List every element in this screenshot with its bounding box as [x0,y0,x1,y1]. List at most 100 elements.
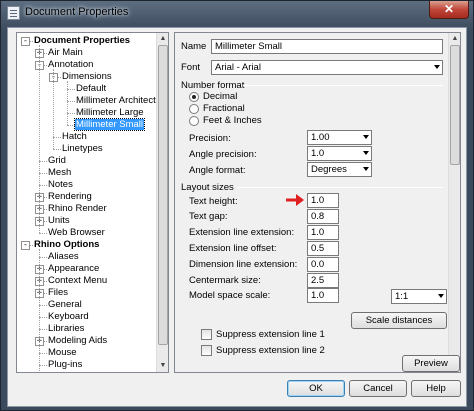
properties-scrollbar[interactable]: ▲ ▼ [448,33,460,372]
tree-connector [39,233,47,234]
tree-item[interactable]: Grid [47,155,67,167]
tree-item[interactable]: Web Browser [47,227,106,239]
tree-item[interactable]: Units [47,215,71,227]
tree-connector [39,317,47,318]
scroll-up-icon[interactable]: ▲ [157,33,168,45]
scroll-up-icon[interactable]: ▲ [449,33,460,45]
properties-scroll-thumb[interactable] [450,45,460,165]
tree-item-label: Default [76,83,107,94]
tree-guide [39,45,40,233]
document-icon [7,6,20,20]
tree-item[interactable]: Rendering [47,191,93,203]
tree-item[interactable]: General [47,299,83,311]
tree-item-label: Millimeter Large [76,107,144,118]
tree-item[interactable]: Rhino Options [33,239,100,251]
tree-item[interactable]: Linetypes [61,143,104,155]
tree-connector [67,125,75,126]
tree-item[interactable]: Hatch [61,131,88,143]
layout-sizes-label: Layout sizes [181,182,234,193]
collapse-icon[interactable]: - [21,241,30,250]
tree-item[interactable]: Millimeter Architectura [75,95,168,107]
tree-item[interactable]: Dimensions [61,71,113,83]
tree-item[interactable]: Libraries [47,323,85,335]
tree-item[interactable]: Context Menu [47,275,108,287]
angle-format-dropdown[interactable]: Degrees [307,162,372,177]
cancel-button[interactable]: Cancel [349,380,407,397]
tree-item-label: Files [48,287,69,298]
tree-connector [39,257,47,258]
precision-label: Precision: [189,133,231,144]
radio-decimal[interactable] [189,92,199,102]
title-bar[interactable]: Document Properties ✕ [1,1,473,25]
tree-item[interactable]: Millimeter Large [75,107,145,119]
tree-connector [39,329,47,330]
number-format-label: Number format [181,80,245,91]
tree-item-label: Context Menu [48,275,108,286]
tree-item[interactable]: Aliases [47,251,80,263]
text-height-field[interactable]: 1.0 [307,193,339,208]
preview-button[interactable]: Preview [402,355,460,372]
tree-item[interactable]: Plug-ins [47,359,83,371]
collapse-icon[interactable]: - [21,37,30,46]
centermark-size-field[interactable]: 2.5 [307,273,339,288]
tree-item-label: Notes [48,179,73,190]
name-field[interactable]: Millimeter Small [211,39,443,54]
radio-decimal-label: Decimal [203,91,238,102]
tree-item[interactable]: Mesh [47,167,72,179]
suppress-extension-line-2-checkbox[interactable] [201,345,212,356]
tree-item[interactable]: Annotation [47,59,94,71]
tree-item[interactable]: Rendering [47,371,93,372]
tree-item[interactable]: Millimeter Small [73,118,146,131]
tree-item-label: Document Properties [34,35,131,46]
font-dropdown[interactable]: Arial - Arial [211,60,443,75]
font-label: Font [181,62,201,73]
tree-item[interactable]: Air Main [47,47,84,59]
angle-precision-label: Angle precision: [189,149,257,160]
tree-item-label: Mouse [48,347,77,358]
tree-item-label: Linetypes [62,143,103,154]
scroll-down-icon[interactable]: ▼ [157,360,168,372]
extension-line-extension-field[interactable]: 1.0 [307,225,339,240]
tree-item[interactable]: Keyboard [47,311,90,323]
tree-item[interactable]: Notes [47,179,74,191]
tree-item[interactable]: Document Properties [33,35,131,47]
tree-item[interactable]: Modeling Aids [47,335,108,347]
model-space-scale-field[interactable]: 1.0 [307,288,339,303]
scale-ratio-dropdown[interactable]: 1:1 [391,289,447,304]
tree-item[interactable]: Rhino Render [47,203,108,215]
tree-item-label: Hatch [62,131,87,142]
help-button[interactable]: Help [411,380,461,397]
precision-dropdown[interactable]: 1.00 [307,130,372,145]
radio-feet-inches-label: Feet & Inches [203,115,262,126]
tree-scrollbar[interactable]: ▲ ▼ [156,33,168,372]
tree-item-label: Web Browser [48,227,105,238]
dimension-line-extension-field[interactable]: 0.0 [307,257,339,272]
angle-precision-dropdown[interactable]: 1.0 [307,146,372,161]
tree-item[interactable]: Files [47,287,69,299]
tree-item[interactable]: Mouse [47,347,78,359]
scale-distances-button[interactable]: Scale distances [351,312,447,329]
ok-button[interactable]: OK [287,380,345,397]
text-gap-field[interactable]: 0.8 [307,209,339,224]
tree-guide [39,249,40,372]
tree-item[interactable]: Default [75,83,107,95]
tree-scroll-thumb[interactable] [158,45,168,345]
tree-connector [39,305,47,306]
close-button[interactable]: ✕ [429,1,469,19]
suppress-extension-line-2-label: Suppress extension line 2 [216,345,325,356]
chevron-down-icon [438,294,444,298]
extension-line-offset-field[interactable]: 0.5 [307,241,339,256]
tree-item-label: General [48,299,82,310]
document-properties-window: Document Properties ✕ Document Propertie… [0,0,474,411]
options-tree[interactable]: Document Properties - Air Main + Annotation -… [16,32,169,373]
tree-item-label: Keyboard [48,311,89,322]
tree-connector [67,89,75,90]
tree-connector [39,365,47,366]
radio-feet-inches[interactable] [189,116,199,126]
tree-item[interactable]: Appearance [47,263,100,275]
suppress-extension-line-1-label: Suppress extension line 1 [216,329,325,340]
radio-fractional[interactable] [189,104,199,114]
tree-item-label: Millimeter Small [73,118,146,131]
tree-guide [53,69,54,149]
suppress-extension-line-1-checkbox[interactable] [201,329,212,340]
